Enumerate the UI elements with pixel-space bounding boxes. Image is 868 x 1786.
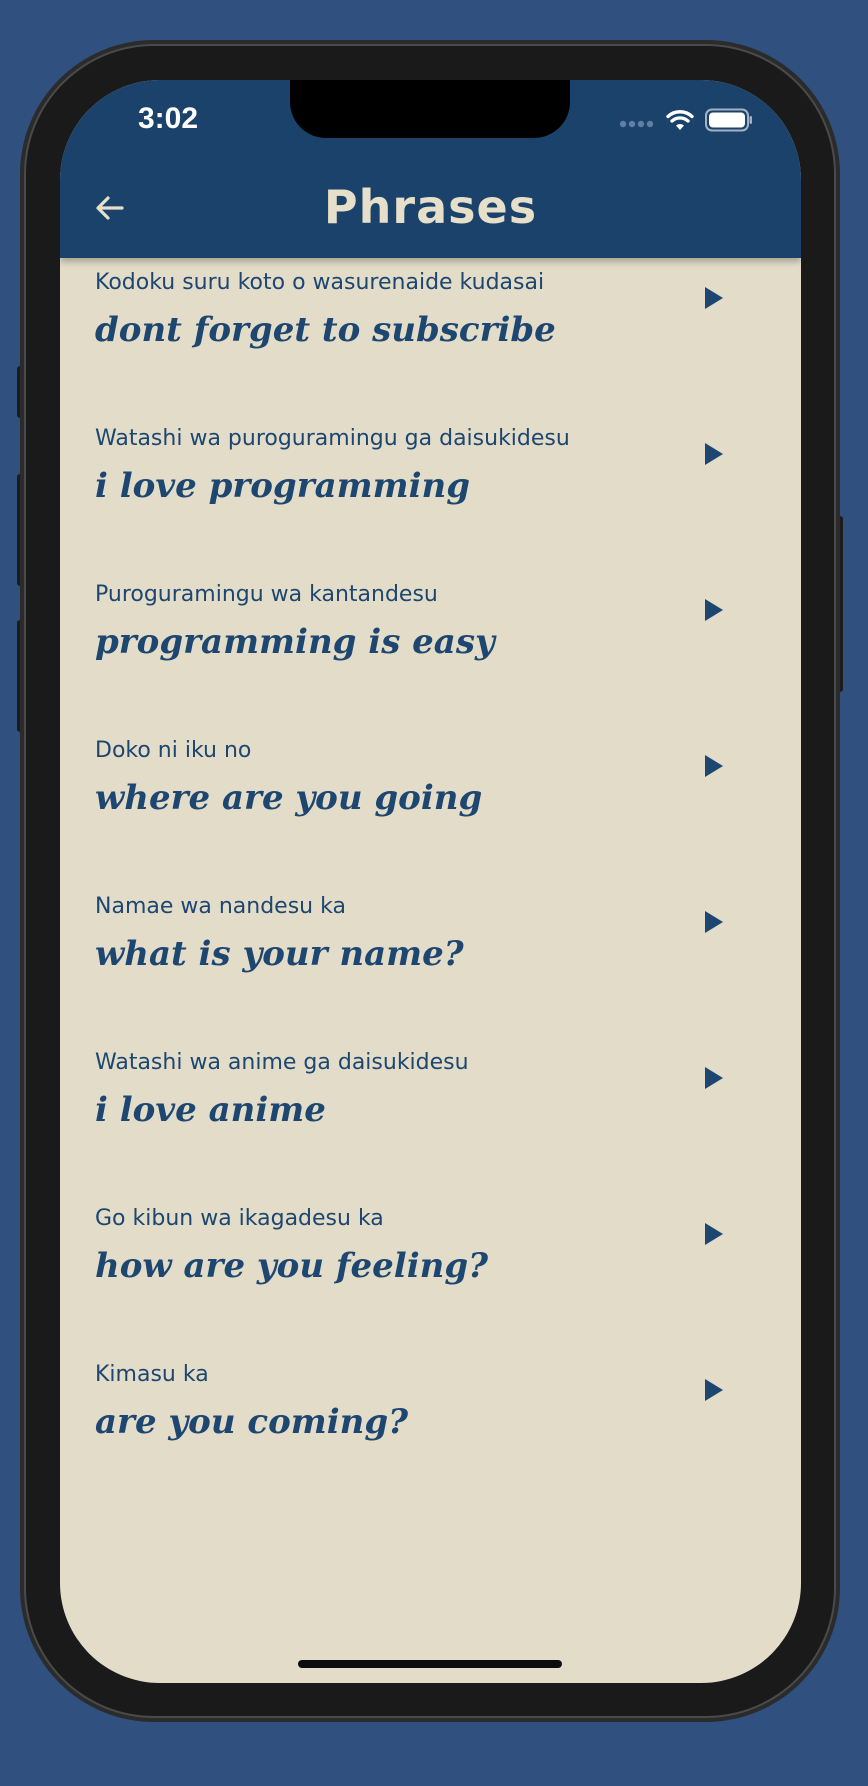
play-icon [703,597,725,627]
phrase-romaji: Watashi wa puroguramingu ga daisukidesu [95,426,570,451]
phrase-romaji: Go kibun wa ikagadesu ka [95,1206,384,1231]
list-item[interactable]: Go kibun wa ikagadesu ka how are you fee… [60,1194,801,1350]
list-item[interactable]: Namae wa nandesu ka what is your name? [60,882,801,1038]
phrase-english: programming is easy [95,622,495,662]
phone-screen: 3:02 Phrases Kodoku suru koto o wasurena… [60,80,801,1683]
phrase-romaji: Kimasu ka [95,1362,209,1387]
phrase-english: where are you going [95,778,483,818]
silent-switch [17,366,26,418]
list-item[interactable]: Watashi wa anime ga daisukidesu i love a… [60,1038,801,1194]
list-item[interactable]: Kimasu ka are you coming? [60,1350,801,1506]
wifi-icon [665,108,695,136]
phrase-romaji: Watashi wa anime ga daisukidesu [95,1050,469,1075]
cellular-signal-icon [619,113,655,132]
battery-icon [705,108,753,136]
play-button[interactable] [696,1062,732,1098]
play-button[interactable] [696,594,732,630]
play-icon [703,285,725,315]
play-button[interactable] [696,750,732,786]
phrase-english: i love anime [95,1090,326,1130]
play-icon [703,1377,725,1407]
play-icon [703,1065,725,1095]
home-indicator [298,1660,562,1668]
play-icon [703,441,725,471]
list-item[interactable]: Kodoku suru koto o wasurenaide kudasai d… [60,258,801,414]
app-bar: 3:02 Phrases [60,80,801,258]
phrase-english: dont forget to subscribe [95,310,556,350]
page-title: Phrases [323,180,538,234]
phrase-romaji: Doko ni iku no [95,738,252,763]
phrase-list: Kodoku suru koto o wasurenaide kudasai d… [60,258,801,1506]
list-item[interactable]: Doko ni iku no where are you going [60,726,801,882]
list-item[interactable]: Watashi wa puroguramingu ga daisukidesu … [60,414,801,570]
phrase-romaji: Kodoku suru koto o wasurenaide kudasai [95,270,545,295]
phrase-romaji: Puroguramingu wa kantandesu [95,582,438,607]
phrase-english: are you coming? [95,1402,409,1442]
phrase-english: what is your name? [95,934,464,974]
play-icon [703,909,725,939]
notch [290,80,570,138]
phrase-romaji: Namae wa nandesu ka [95,894,346,919]
play-button[interactable] [696,906,732,942]
play-icon [703,753,725,783]
phrase-english: how are you feeling? [95,1246,489,1286]
play-button[interactable] [696,282,732,318]
volume-up-button [17,474,26,586]
phrase-english: i love programming [95,466,471,506]
play-button[interactable] [696,1374,732,1410]
play-icon [703,1221,725,1251]
status-time: 3:02 [138,102,199,135]
status-icons [619,108,753,136]
play-button[interactable] [696,1218,732,1254]
play-button[interactable] [696,438,732,474]
list-item[interactable]: Puroguramingu wa kantandesu programming … [60,570,801,726]
volume-down-button [17,620,26,732]
power-button [834,516,843,692]
